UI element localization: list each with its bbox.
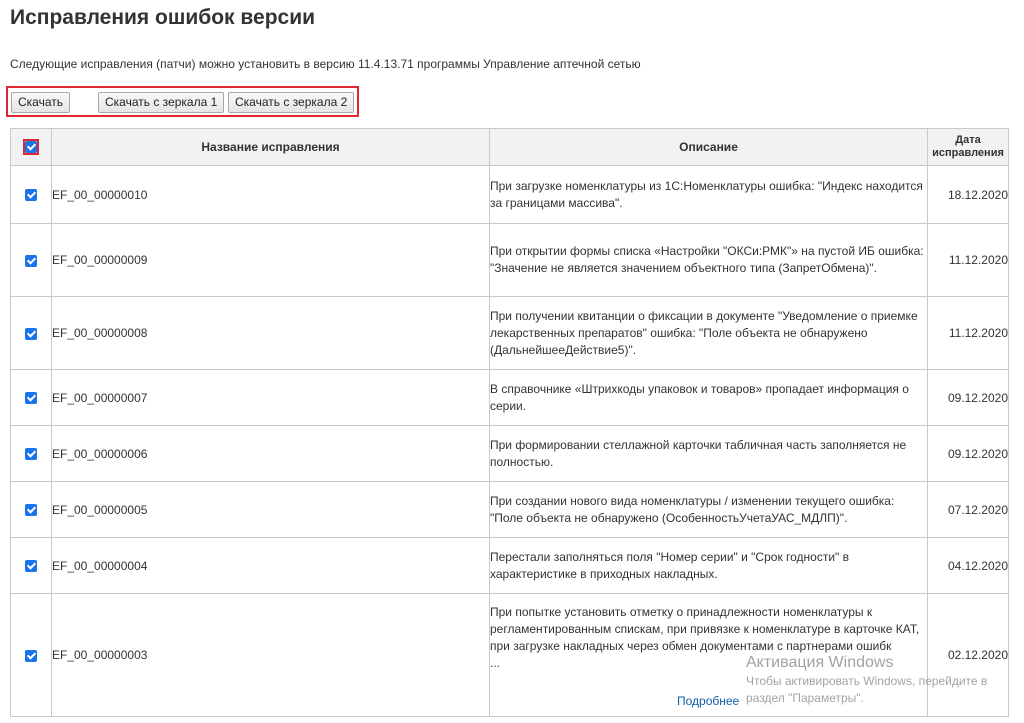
patch-date: 09.12.2020 (927, 369, 1009, 426)
date-column-header: Дата исправления (927, 128, 1009, 166)
row-checkbox[interactable] (25, 504, 37, 517)
patch-description: При загрузке номенклатуры из 1С:Номенкла… (489, 165, 928, 224)
table-row: EF_00_00000005 При создании нового вида … (10, 481, 1009, 538)
patches-table: Название исправления Описание Дата испра… (10, 128, 1009, 717)
patch-name: EF_00_00000004 (51, 537, 490, 594)
table-row: EF_00_00000004 Перестали заполняться пол… (10, 537, 1009, 594)
row-checkbox[interactable] (25, 254, 37, 267)
table-row: EF_00_00000010 При загрузке номенклатуры… (10, 165, 1009, 224)
patch-description: При попытке установить отметку о принадл… (490, 605, 920, 653)
row-checkbox[interactable] (25, 448, 37, 461)
row-checkbox[interactable] (25, 649, 37, 662)
description-ellipsis: ... (490, 656, 501, 670)
row-checkbox[interactable] (25, 327, 37, 340)
select-all-header (10, 128, 52, 166)
patch-description: При получении квитанции о фиксации в док… (489, 296, 928, 370)
patch-date: 18.12.2020 (927, 165, 1009, 224)
more-details-link[interactable]: Подробнее (677, 693, 739, 710)
row-checkbox[interactable] (25, 189, 37, 202)
patch-description: При создании нового вида номенклатуры / … (489, 481, 928, 538)
patch-name: EF_00_00000005 (51, 481, 490, 538)
patch-description: В справочнике «Штрихкоды упаковок и това… (489, 369, 928, 426)
name-column-header: Название исправления (51, 128, 490, 166)
row-checkbox[interactable] (25, 560, 37, 573)
patch-description-cell: При попытке установить отметку о принадл… (489, 593, 928, 717)
patch-name: EF_00_00000009 (51, 223, 490, 297)
patch-date: 04.12.2020 (927, 537, 1009, 594)
select-all-checkbox[interactable] (25, 141, 37, 153)
patch-date: 09.12.2020 (927, 425, 1009, 482)
patch-date: 02.12.2020 (927, 593, 1009, 717)
row-checkbox[interactable] (25, 392, 37, 405)
patch-description: При открытии формы списка «Настройки "ОК… (489, 223, 928, 297)
patch-name: EF_00_00000007 (51, 369, 490, 426)
table-header-row: Название исправления Описание Дата испра… (10, 128, 1009, 166)
select-all-highlight (23, 139, 39, 155)
patch-name: EF_00_00000008 (51, 296, 490, 370)
patch-description: При формировании стеллажной карточки таб… (489, 425, 928, 482)
patch-name: EF_00_00000006 (51, 425, 490, 482)
table-row: EF_00_00000009 При открытии формы списка… (10, 223, 1009, 297)
download-button[interactable]: Скачать (11, 92, 70, 113)
patch-name: EF_00_00000003 (51, 593, 490, 717)
table-row: EF_00_00000006 При формировании стеллажн… (10, 425, 1009, 482)
patch-name: EF_00_00000010 (51, 165, 490, 224)
table-row: EF_00_00000003 При попытке установить от… (10, 593, 1009, 717)
page-subtitle: Следующие исправления (патчи) можно уста… (10, 57, 641, 71)
download-mirror-1-button[interactable]: Скачать с зеркала 1 (98, 92, 225, 113)
download-mirror-2-button[interactable]: Скачать с зеркала 2 (228, 92, 355, 113)
description-column-header: Описание (489, 128, 928, 166)
table-row: EF_00_00000008 При получении квитанции о… (10, 296, 1009, 370)
patch-date: 11.12.2020 (927, 223, 1009, 297)
table-row: EF_00_00000007 В справочнике «Штрихкоды … (10, 369, 1009, 426)
download-buttons-group: Скачать Скачать с зеркала 1 Скачать с зе… (6, 86, 359, 117)
patch-date: 11.12.2020 (927, 296, 1009, 370)
patch-description: Перестали заполняться поля "Номер серии"… (489, 537, 928, 594)
patch-date: 07.12.2020 (927, 481, 1009, 538)
page-title: Исправления ошибок версии (10, 6, 316, 29)
